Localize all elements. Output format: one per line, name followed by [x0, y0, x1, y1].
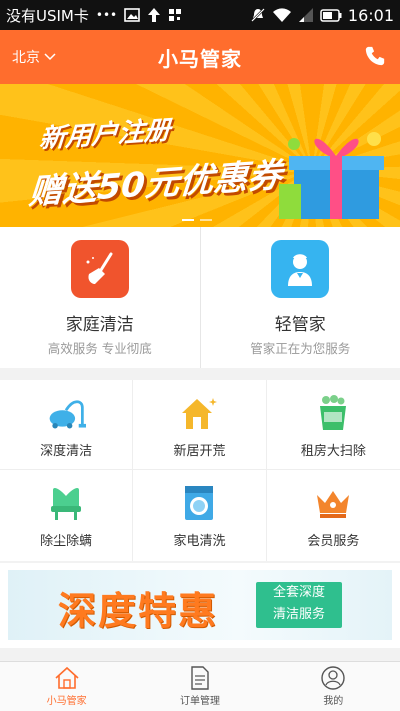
city-label: 北京 [12, 50, 40, 66]
chevron-down-icon [44, 53, 56, 61]
promo-tag-line1: 全套深度 [272, 585, 325, 600]
service-butler[interactable]: 轻管家 管家正在为您服务 [199, 227, 400, 368]
carousel-dot[interactable] [182, 219, 194, 221]
grid-item-membership[interactable]: 会员服务 [267, 470, 400, 561]
promo-tag-line2: 清洁服务 [272, 607, 325, 622]
promo-section: 深度特惠 全套深度 清洁服务 [0, 563, 400, 648]
carousel-dot[interactable] [200, 219, 212, 221]
vacuum-icon [46, 394, 87, 432]
grid-item-label: 深度清洁 [40, 444, 93, 459]
qr-icon [169, 9, 182, 21]
tab-label: 我的 [323, 696, 344, 707]
chair-icon [46, 484, 86, 522]
tab-label: 订单管理 [179, 696, 220, 707]
bucket-icon [313, 394, 353, 432]
document-icon [191, 666, 209, 690]
service-grid: 深度清洁 新居开荒 租房大扫除 除尘除螨 家电清洗 会员服务 [0, 380, 400, 561]
grid-item-rental-cleaning[interactable]: 租房大扫除 [266, 380, 400, 470]
grid-item-deep-cleaning[interactable]: 深度清洁 [0, 380, 134, 470]
service-home-cleaning[interactable]: 家庭清洁 高效服务 专业彻底 [0, 227, 200, 368]
city-selector[interactable]: 北京 [12, 47, 56, 67]
grid-item-label: 新居开荒 [173, 444, 226, 459]
butler-icon [271, 240, 330, 298]
service-subtitle: 高效服务 专业彻底 [47, 341, 152, 356]
carrier-text: 没有USIM卡 [6, 6, 89, 25]
image-icon [124, 8, 140, 22]
deep-discount-banner[interactable]: 深度特惠 全套深度 清洁服务 [8, 570, 392, 640]
phone-icon[interactable] [364, 45, 386, 67]
house-icon [179, 394, 219, 432]
grid-item-label: 会员服务 [307, 534, 360, 549]
promo-tag: 全套深度 清洁服务 [256, 582, 342, 628]
primary-services: 家庭清洁 高效服务 专业彻底 轻管家 管家正在为您服务 [0, 227, 400, 368]
crown-icon [313, 484, 353, 522]
tab-home[interactable]: 小马管家 [0, 662, 133, 711]
promo-headline: 深度特惠 [58, 589, 219, 633]
banner-headline: 新用户注册 [38, 115, 172, 155]
grid-item-dust-mites[interactable]: 除尘除螨 [0, 470, 134, 561]
washer-icon [179, 484, 219, 522]
grid-item-label: 租房大扫除 [300, 444, 366, 459]
service-name: 轻管家 [274, 315, 326, 335]
battery-icon [320, 8, 342, 22]
wifi-icon [272, 8, 291, 22]
status-bar: 没有USIM卡 ••• 16:01 [0, 0, 400, 30]
service-subtitle: 管家正在为您服务 [250, 341, 351, 356]
promo-banner[interactable]: 新用户注册 赠送50元优惠券 [0, 84, 400, 227]
mute-icon [251, 8, 265, 22]
tab-profile[interactable]: 我的 [267, 662, 400, 711]
signal-icon [298, 8, 313, 22]
grid-item-new-home[interactable]: 新居开荒 [133, 380, 267, 470]
gift-box-icon [279, 132, 384, 219]
bottom-tab-bar: 小马管家 订单管理 我的 [0, 661, 400, 711]
banner-subheadline: 赠送50元优惠券 [27, 155, 284, 213]
grid-item-label: 家电清洗 [173, 534, 226, 549]
notification-dots: ••• [95, 8, 118, 22]
upload-arrow-icon [148, 8, 161, 22]
app-header: 北京 小马管家 [0, 30, 400, 84]
tab-orders[interactable]: 订单管理 [133, 662, 266, 711]
clock: 16:01 [347, 5, 394, 25]
tab-label: 小马管家 [46, 696, 87, 707]
grid-item-appliance-cleaning[interactable]: 家电清洗 [133, 470, 267, 561]
user-icon [321, 666, 346, 690]
home-icon [55, 666, 79, 689]
page-title: 小马管家 [158, 46, 242, 71]
service-name: 家庭清洁 [65, 315, 134, 335]
carousel-indicator [182, 219, 212, 221]
broom-icon [70, 240, 129, 298]
grid-item-label: 除尘除螨 [40, 534, 93, 549]
